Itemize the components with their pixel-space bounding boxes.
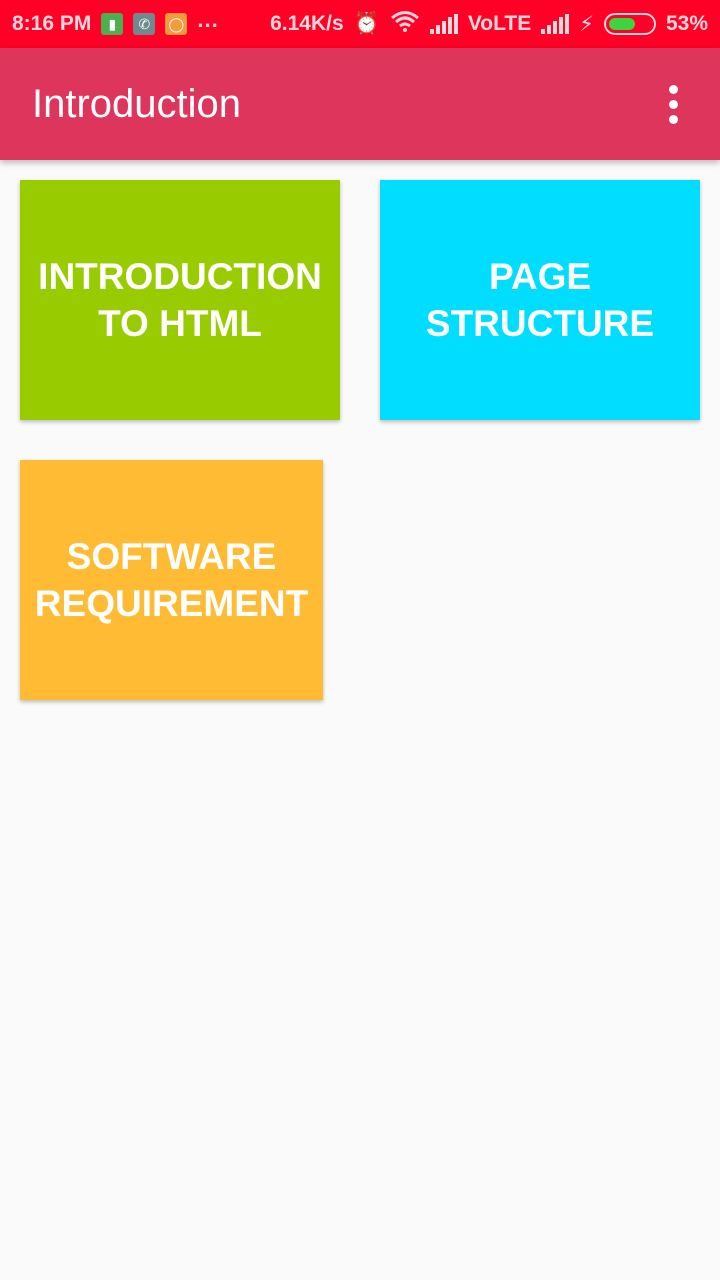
status-right: 6.14K/s ⏰ VoLTE ⚡ 53% — [270, 10, 708, 38]
status-left: 8:16 PM ▮ ✆ ◯ ... — [12, 7, 219, 36]
battery-notification-icon: ▮ — [101, 13, 124, 35]
whatsapp-icon: ✆ — [133, 13, 156, 35]
charging-icon: ⚡ — [579, 12, 594, 36]
tile-label: INTRODUCTION TO HTML — [38, 256, 322, 344]
status-time: 8:16 PM — [12, 12, 92, 35]
signal-2-icon — [541, 14, 570, 34]
page-title: Introduction — [32, 81, 242, 126]
app-bar: Introduction — [0, 48, 720, 160]
status-bar: 8:16 PM ▮ ✆ ◯ ... 6.14K/s ⏰ VoLTE ⚡ 53% — [0, 0, 720, 48]
chat-notification-icon: ◯ — [165, 13, 188, 35]
tile-introduction-to-html[interactable]: INTRODUCTION TO HTML — [20, 180, 340, 420]
net-speed: 6.14K/s — [270, 12, 344, 35]
signal-1-icon — [429, 14, 458, 34]
tile-label: SOFTWARE REQUIREMENT — [34, 536, 309, 624]
battery-percent: 53% — [665, 12, 708, 35]
battery-icon — [603, 13, 656, 35]
more-notifications: ... — [197, 7, 219, 32]
network-type: VoLTE — [467, 12, 532, 35]
tile-label: PAGE STRUCTURE — [425, 256, 655, 344]
tile-software-requirement[interactable]: SOFTWARE REQUIREMENT — [20, 460, 323, 700]
tile-page-structure[interactable]: PAGE STRUCTURE — [380, 180, 700, 420]
wifi-icon — [390, 10, 420, 38]
overflow-menu-icon[interactable] — [658, 80, 688, 128]
alarm-icon: ⏰ — [353, 12, 380, 35]
